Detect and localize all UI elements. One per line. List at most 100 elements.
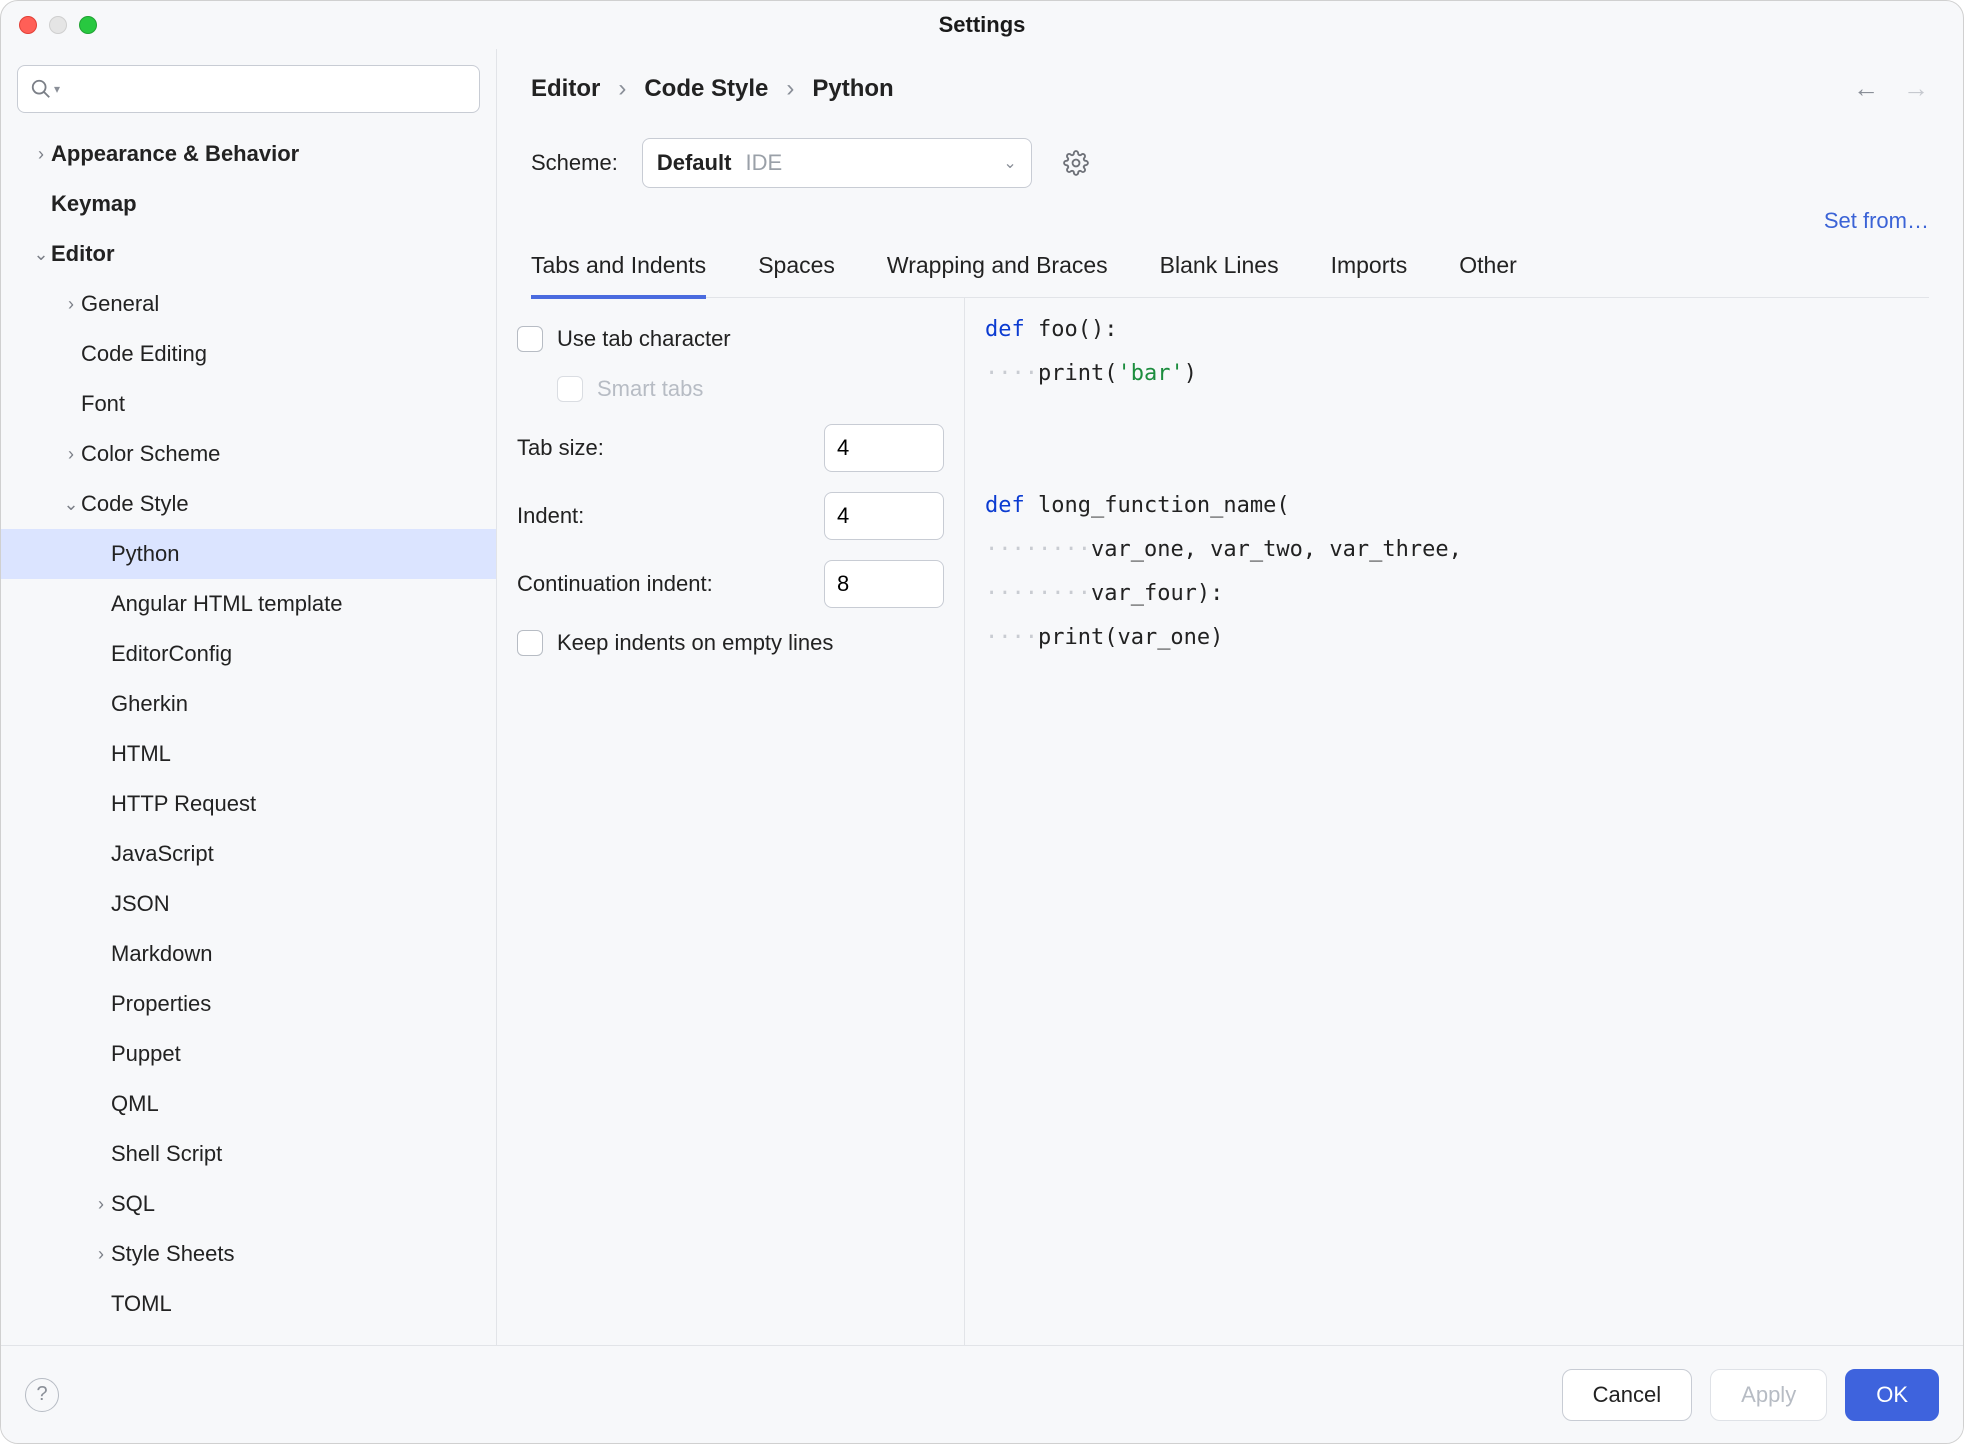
tree-item[interactable]: JavaScript	[1, 829, 496, 879]
tree-item-label: HTTP Request	[111, 791, 256, 817]
continuation-indent-label: Continuation indent:	[517, 571, 713, 597]
chevron-icon: ›	[31, 144, 51, 165]
tree-item[interactable]: JSON	[1, 879, 496, 929]
tabs: Tabs and Indents Spaces Wrapping and Brace…	[531, 252, 1929, 298]
search-options-caret-icon[interactable]: ▾	[54, 82, 60, 96]
tree-item[interactable]: ›Color Scheme	[1, 429, 496, 479]
chevron-icon: ›	[91, 1194, 111, 1215]
tree-item-label: Appearance & Behavior	[51, 141, 299, 167]
window-controls	[19, 16, 97, 34]
tab-size-label: Tab size:	[517, 435, 604, 461]
tree-item-label: Font	[81, 391, 125, 417]
help-button[interactable]: ?	[25, 1378, 59, 1412]
titlebar: Settings	[1, 1, 1963, 49]
chevron-icon: ›	[61, 294, 81, 315]
tree-item[interactable]: ›Appearance & Behavior	[1, 129, 496, 179]
nav-arrows: ← →	[1853, 73, 1929, 104]
breadcrumb-python: Python	[812, 75, 893, 103]
tree-item[interactable]: Properties	[1, 979, 496, 1029]
tree-item[interactable]: TOML	[1, 1279, 496, 1329]
tree-item-label: Markdown	[111, 941, 212, 967]
scheme-label: Scheme:	[531, 150, 618, 176]
tree-item-label: EditorConfig	[111, 641, 232, 667]
zoom-window-button[interactable]	[79, 16, 97, 34]
footer: ? Cancel Apply OK	[1, 1345, 1963, 1443]
tree-item-label: Gherkin	[111, 691, 188, 717]
tree-item-label: Keymap	[51, 191, 137, 217]
main-panel: Editor › Code Style › Python ← → Scheme:	[497, 49, 1963, 1345]
chevron-icon: ⌄	[31, 244, 51, 265]
use-tab-character-checkbox-row[interactable]: Use tab character	[517, 314, 944, 364]
tab-size-input[interactable]	[824, 424, 944, 472]
settings-window: Settings ▾ ›Appearance & BehaviorKeymap⌄…	[0, 0, 1964, 1444]
tab[interactable]: Blank Lines	[1160, 252, 1279, 297]
tree-item[interactable]: Python	[1, 529, 496, 579]
tree-item-label: HTML	[111, 741, 171, 767]
scheme-select[interactable]: Default IDE ⌄	[642, 138, 1032, 188]
chevron-icon: ›	[91, 1244, 111, 1265]
checkbox[interactable]	[517, 326, 543, 352]
tree-item[interactable]: Markdown	[1, 929, 496, 979]
settings-tree[interactable]: ›Appearance & BehaviorKeymap⌄Editor›Gene…	[1, 129, 496, 1345]
set-from-link[interactable]: Set from…	[1824, 208, 1929, 234]
tree-item[interactable]: QML	[1, 1079, 496, 1129]
indent-label: Indent:	[517, 503, 584, 529]
chevron-right-icon: ›	[786, 75, 794, 103]
indent-input[interactable]	[824, 492, 944, 540]
checkbox[interactable]	[517, 630, 543, 656]
minimize-window-button[interactable]	[49, 16, 67, 34]
tree-item[interactable]: Font	[1, 379, 496, 429]
breadcrumb-editor[interactable]: Editor	[531, 75, 600, 103]
tree-item-label: Shell Script	[111, 1141, 222, 1167]
nav-forward-button: →	[1903, 73, 1929, 104]
tree-item[interactable]: ⌄Code Style	[1, 479, 496, 529]
tree-item[interactable]: Keymap	[1, 179, 496, 229]
ok-button[interactable]: OK	[1845, 1369, 1939, 1421]
tab[interactable]: Spaces	[758, 252, 835, 297]
close-window-button[interactable]	[19, 16, 37, 34]
tree-item-label: Editor	[51, 241, 115, 267]
tree-item[interactable]: ›General	[1, 279, 496, 329]
search-input[interactable]: ▾	[17, 65, 480, 113]
scheme-name: Default	[657, 150, 732, 175]
tree-item[interactable]: Angular HTML template	[1, 579, 496, 629]
continuation-indent-input[interactable]	[824, 560, 944, 608]
tab[interactable]: Wrapping and Braces	[887, 252, 1108, 297]
breadcrumb-code-style[interactable]: Code Style	[644, 75, 768, 103]
chevron-down-icon: ⌄	[1003, 153, 1016, 173]
tree-item[interactable]: EditorConfig	[1, 629, 496, 679]
apply-button: Apply	[1710, 1369, 1827, 1421]
tree-item-label: Puppet	[111, 1041, 181, 1067]
tree-item[interactable]: HTML	[1, 729, 496, 779]
tab[interactable]: Other	[1459, 252, 1517, 297]
keep-indents-checkbox-row[interactable]: Keep indents on empty lines	[517, 618, 944, 668]
tree-item[interactable]: Gherkin	[1, 679, 496, 729]
keep-indents-label: Keep indents on empty lines	[557, 630, 833, 656]
tree-item-label: JSON	[111, 891, 170, 917]
smart-tabs-label: Smart tabs	[597, 376, 703, 402]
cancel-button[interactable]: Cancel	[1562, 1369, 1692, 1421]
tree-item[interactable]: Shell Script	[1, 1129, 496, 1179]
tree-item[interactable]: HTTP Request	[1, 779, 496, 829]
tree-item-label: Properties	[111, 991, 211, 1017]
use-tab-label: Use tab character	[557, 326, 731, 352]
nav-back-button[interactable]: ←	[1853, 73, 1879, 104]
tree-item[interactable]: ›SQL	[1, 1179, 496, 1229]
tab[interactable]: Tabs and Indents	[531, 252, 706, 299]
tree-item-label: TOML	[111, 1291, 172, 1317]
tree-item-label: Code Editing	[81, 341, 207, 367]
tab[interactable]: Imports	[1331, 252, 1408, 297]
tree-item-label: Color Scheme	[81, 441, 220, 467]
search-icon	[30, 78, 52, 100]
tree-item[interactable]: ›Style Sheets	[1, 1229, 496, 1279]
tree-item[interactable]: ⌄Editor	[1, 229, 496, 279]
scheme-actions-button[interactable]	[1056, 143, 1096, 183]
code-preview: def foo(): ····print('bar') def long_fun…	[965, 298, 1963, 1345]
chevron-icon: ⌄	[61, 494, 81, 515]
checkbox	[557, 376, 583, 402]
tree-item-label: Code Style	[81, 491, 189, 517]
tree-item[interactable]: Code Editing	[1, 329, 496, 379]
window-title: Settings	[1, 12, 1963, 38]
tree-item[interactable]: Puppet	[1, 1029, 496, 1079]
tree-item-label: General	[81, 291, 159, 317]
